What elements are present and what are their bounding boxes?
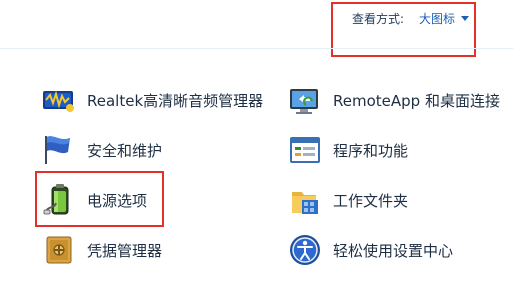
item-programs-features[interactable]: 程序和功能 bbox=[287, 130, 408, 170]
realtek-audio-icon bbox=[41, 83, 77, 117]
item-label-ease-of-access: 轻松使用设置中心 bbox=[333, 241, 454, 260]
header-divider bbox=[0, 48, 513, 49]
security-maintenance-flag-icon bbox=[41, 133, 77, 167]
ease-of-access-icon bbox=[287, 233, 323, 267]
item-label-remoteapp: RemoteApp 和桌面连接 bbox=[333, 91, 500, 110]
item-security-maintenance[interactable]: 安全和维护 bbox=[41, 130, 162, 170]
power-options-highlight-box bbox=[35, 171, 164, 227]
item-credential-manager[interactable]: 凭据管理器 bbox=[41, 230, 162, 270]
item-ease-of-access[interactable]: 轻松使用设置中心 bbox=[287, 230, 453, 270]
work-folders-icon bbox=[287, 183, 323, 217]
programs-features-icon bbox=[287, 133, 323, 167]
item-label-programs-features: 程序和功能 bbox=[333, 141, 409, 160]
item-label-security-maintenance: 安全和维护 bbox=[87, 141, 163, 160]
item-label-realtek-audio: Realtek高清晰音频管理器 bbox=[87, 91, 264, 110]
item-realtek-audio[interactable]: Realtek高清晰音频管理器 bbox=[41, 80, 263, 120]
item-label-work-folders: 工作文件夹 bbox=[333, 191, 409, 210]
item-remoteapp[interactable]: RemoteApp 和桌面连接 bbox=[287, 80, 500, 120]
item-label-credential-manager: 凭据管理器 bbox=[87, 241, 163, 260]
remoteapp-icon bbox=[287, 83, 323, 117]
item-work-folders[interactable]: 工作文件夹 bbox=[287, 180, 408, 220]
credential-manager-safe-icon bbox=[41, 233, 77, 267]
control-panel-window: 查看方式: 大图标 Realtek高清晰音频管理器 RemoteApp 和桌面连… bbox=[0, 0, 513, 281]
